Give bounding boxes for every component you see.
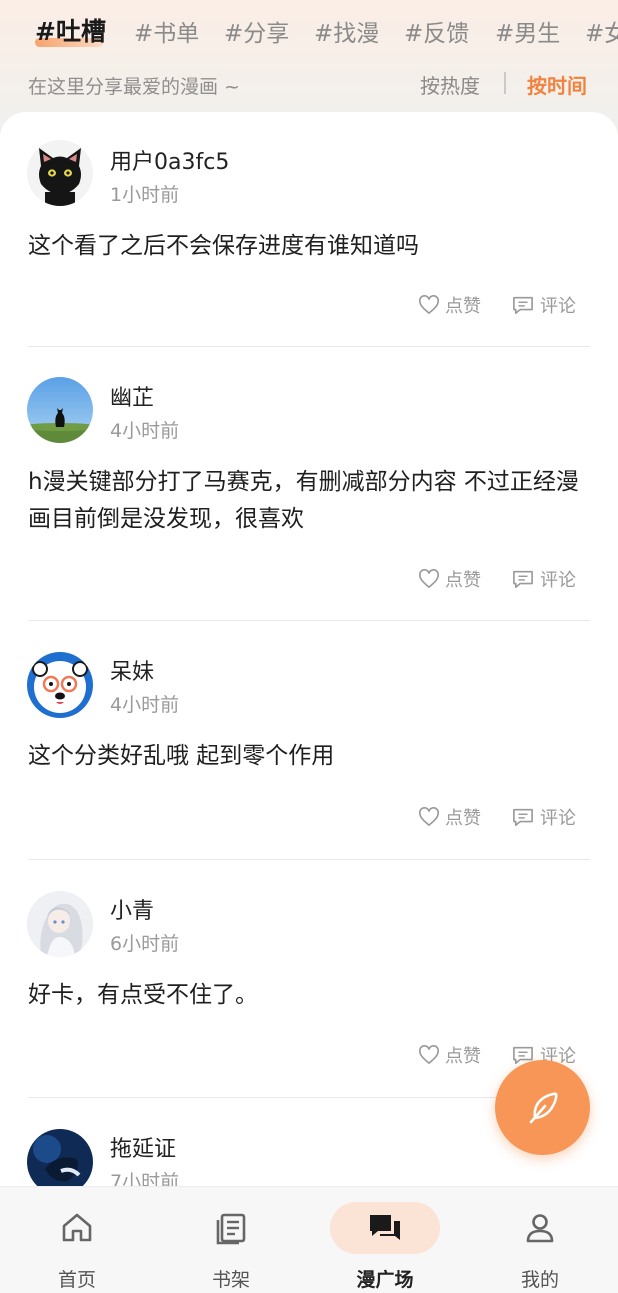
tab-tucao[interactable]: #吐槽 bbox=[35, 12, 106, 48]
heart-icon bbox=[419, 569, 439, 589]
username[interactable]: 拖延证 bbox=[110, 1131, 176, 1163]
subtitle: 在这里分享最爱的漫画 ~ bbox=[28, 76, 240, 98]
like-button[interactable]: 点赞 bbox=[418, 804, 481, 830]
nav-label: 漫广场 bbox=[356, 1269, 414, 1291]
post-time: 4小时前 bbox=[110, 694, 180, 716]
sort-by-time-button[interactable]: 按时间 bbox=[527, 70, 587, 99]
heart-icon bbox=[419, 295, 439, 315]
black-cat-avatar-icon bbox=[27, 140, 93, 206]
nav-square[interactable]: 漫广场 bbox=[308, 1187, 462, 1293]
nav-label: 我的 bbox=[520, 1269, 559, 1291]
compose-post-button[interactable] bbox=[495, 1060, 590, 1155]
comment-icon bbox=[513, 808, 533, 826]
heart-icon bbox=[419, 1045, 439, 1065]
avatar[interactable] bbox=[27, 652, 93, 718]
post-feed[interactable]: 用户0a3fc5 1小时前 这个看了之后不会保存进度有谁知道吗 点赞 评论 幽芷… bbox=[0, 112, 618, 1187]
nav-home[interactable]: 首页 bbox=[0, 1187, 154, 1293]
post-time: 6小时前 bbox=[110, 933, 180, 955]
feather-pen-icon bbox=[529, 1092, 557, 1123]
nav-mine[interactable]: 我的 bbox=[463, 1187, 617, 1293]
comment-label: 评论 bbox=[540, 570, 576, 591]
like-button[interactable]: 点赞 bbox=[418, 566, 481, 592]
post-divider bbox=[28, 346, 590, 347]
comment-icon bbox=[513, 570, 533, 588]
like-label: 点赞 bbox=[445, 570, 481, 591]
cat-silhouette-avatar-icon bbox=[27, 377, 93, 443]
nav-label: 首页 bbox=[57, 1269, 96, 1291]
sort-by-hot-button[interactable]: 按热度 bbox=[420, 70, 480, 99]
person-icon bbox=[526, 1214, 554, 1243]
tab-shudan[interactable]: #书单 bbox=[134, 14, 199, 48]
nav-bookshelf[interactable]: 书架 bbox=[154, 1187, 308, 1293]
dark-character-avatar-icon bbox=[27, 1129, 93, 1187]
comment-button[interactable]: 评论 bbox=[511, 292, 576, 318]
post-time: 1小时前 bbox=[110, 184, 180, 206]
tab-nansheng[interactable]: #男生 bbox=[495, 14, 560, 48]
comment-icon bbox=[513, 296, 533, 314]
username[interactable]: 用户0a3fc5 bbox=[110, 144, 229, 176]
tab-fenxiang[interactable]: #分享 bbox=[224, 14, 289, 48]
like-button[interactable]: 点赞 bbox=[418, 1042, 481, 1068]
home-icon bbox=[62, 1213, 92, 1242]
bottom-nav: 首页 书架 漫广场 我的 bbox=[0, 1186, 618, 1293]
heart-icon bbox=[419, 807, 439, 827]
post-time: 7小时前 bbox=[110, 1171, 180, 1187]
post-time: 4小时前 bbox=[110, 420, 180, 442]
post-content[interactable]: 这个分类好乱哦 起到零个作用 bbox=[28, 738, 593, 775]
avatar[interactable] bbox=[27, 377, 93, 443]
avatar[interactable] bbox=[27, 140, 93, 206]
topic-tabs: #吐槽 #书单 #分享 #找漫 #反馈 #男生 #女 bbox=[0, 0, 618, 64]
chat-icon bbox=[370, 1215, 400, 1240]
like-label: 点赞 bbox=[445, 1046, 481, 1067]
comment-button[interactable]: 评论 bbox=[511, 566, 576, 592]
avatar[interactable] bbox=[27, 1129, 93, 1187]
comment-label: 评论 bbox=[540, 296, 576, 317]
post-divider bbox=[28, 620, 590, 621]
username[interactable]: 幽芷 bbox=[110, 380, 154, 412]
tab-fankui[interactable]: #反馈 bbox=[404, 14, 469, 48]
bookshelf-icon bbox=[216, 1213, 246, 1245]
bear-avatar-icon bbox=[27, 652, 93, 718]
post-content[interactable]: 好卡，有点受不住了。 bbox=[28, 977, 593, 1014]
username[interactable]: 呆妹 bbox=[110, 654, 154, 686]
tab-zhaoman[interactable]: #找漫 bbox=[314, 14, 379, 48]
like-label: 点赞 bbox=[445, 808, 481, 829]
post-content[interactable]: h漫关键部分打了马赛克，有删减部分内容 不过正经漫画目前倒是没发现，很喜欢 bbox=[28, 464, 593, 538]
comment-button[interactable]: 评论 bbox=[511, 804, 576, 830]
anime-girl-avatar-icon bbox=[27, 891, 93, 957]
sort-divider bbox=[504, 72, 506, 94]
comment-label: 评论 bbox=[540, 808, 576, 829]
tab-nv[interactable]: #女 bbox=[585, 14, 618, 48]
post-divider bbox=[28, 859, 590, 860]
like-button[interactable]: 点赞 bbox=[418, 292, 481, 318]
post-content[interactable]: 这个看了之后不会保存进度有谁知道吗 bbox=[28, 228, 593, 265]
subheader: 在这里分享最爱的漫画 ~ 按热度 按时间 bbox=[0, 64, 618, 108]
avatar[interactable] bbox=[27, 891, 93, 957]
like-label: 点赞 bbox=[445, 296, 481, 317]
username[interactable]: 小青 bbox=[110, 893, 154, 925]
nav-label: 书架 bbox=[211, 1269, 250, 1291]
